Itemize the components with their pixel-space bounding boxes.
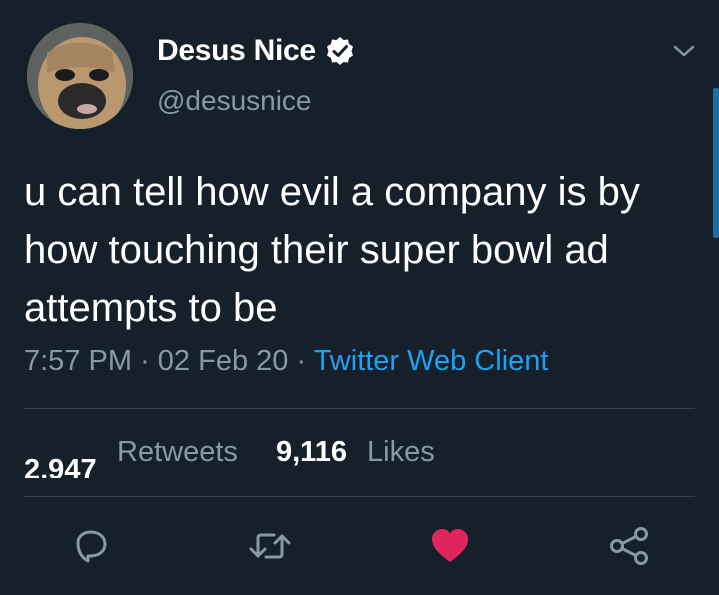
share-icon[interactable] [608,526,650,566]
tweet-text: u can tell how evil a company is by how … [24,170,640,330]
meta-separator: · [140,345,150,377]
author-name-row[interactable]: Desus Nice [157,34,356,68]
author-handle[interactable]: @desusnice [157,85,312,117]
avatar-image [27,23,133,129]
likes-label[interactable]: Likes [367,436,435,469]
reply-icon[interactable] [72,528,110,564]
tweet-time[interactable]: 7:57 PM [24,345,132,377]
retweet-icon[interactable] [248,530,292,562]
tweet-date[interactable]: 02 Feb 20 [158,345,289,377]
tweet-stats: 2,947 Retweets 9,116 Likes [0,436,719,478]
chevron-down-icon[interactable] [672,42,696,60]
divider [24,408,695,409]
retweets-label[interactable]: Retweets [117,436,238,469]
verified-badge-icon [326,37,353,65]
divider [24,496,695,497]
likes-count[interactable]: 9,116 [276,436,347,469]
tweet-meta: 7:57 PM · 02 Feb 20 · Twitter Web Client [24,345,548,378]
retweets-count[interactable]: 2,947 [24,454,97,478]
meta-separator: · [296,345,307,377]
tweet-client-link[interactable]: Twitter Web Client [314,345,549,377]
heart-icon[interactable] [430,528,470,564]
avatar[interactable] [27,23,133,129]
display-name[interactable]: Desus Nice [157,34,316,68]
scrollbar[interactable] [713,88,719,238]
